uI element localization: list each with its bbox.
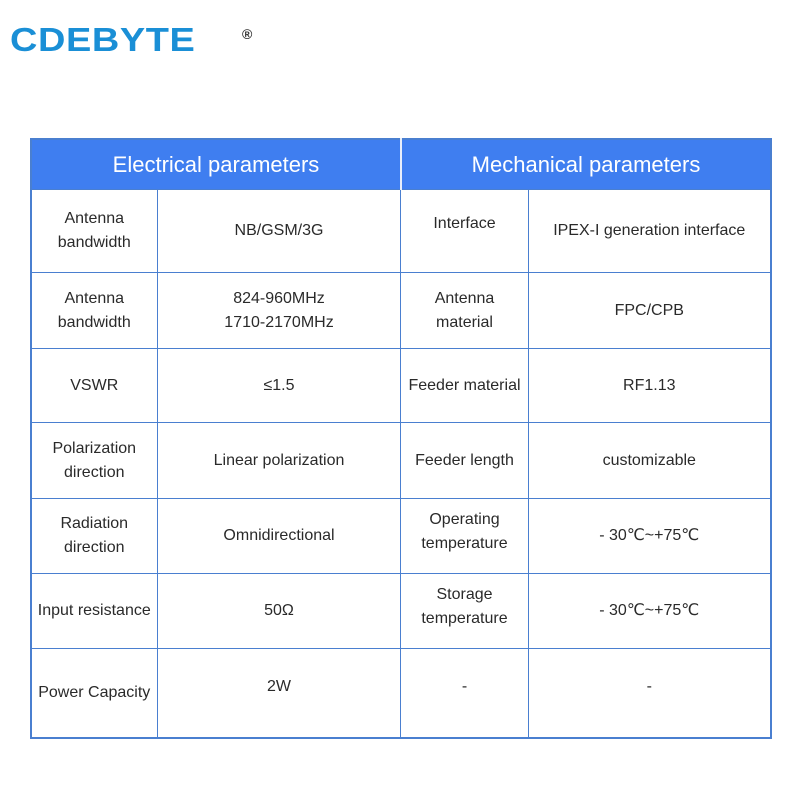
table-row: Input resistance 50Ω Storage temperature… bbox=[30, 573, 772, 649]
electrical-parameters-header: Electrical parameters bbox=[31, 139, 402, 190]
electrical-label: Antenna bandwidth bbox=[30, 272, 158, 349]
mechanical-label: Operating temperature bbox=[400, 498, 529, 574]
electrical-label: Power Capacity bbox=[30, 648, 158, 738]
electrical-value: ≤1.5 bbox=[156, 348, 402, 423]
spec-table: Electrical parameters Mechanical paramet… bbox=[30, 138, 772, 739]
mechanical-value: IPEX-I generation interface bbox=[527, 189, 772, 273]
mechanical-value: RF1.13 bbox=[527, 348, 772, 423]
mechanical-label: Antenna material bbox=[400, 272, 529, 349]
electrical-label: Radiation direction bbox=[30, 498, 158, 574]
mechanical-label: Feeder material bbox=[400, 348, 529, 423]
table-row: Radiation direction Omnidirectional Oper… bbox=[30, 498, 772, 574]
registered-trademark-icon: ® bbox=[242, 26, 253, 42]
mechanical-label: Storage temperature bbox=[400, 573, 529, 649]
table-row: VSWR ≤1.5 Feeder material RF1.13 bbox=[30, 348, 772, 423]
mechanical-value: - bbox=[527, 648, 772, 738]
brand-name: CDEBYTE bbox=[10, 21, 196, 58]
mechanical-value: - 30℃~+75℃ bbox=[527, 573, 772, 649]
table-row: Antenna bandwidth 824-960MHz 1710-2170MH… bbox=[30, 272, 772, 349]
electrical-value: 50Ω bbox=[156, 573, 402, 649]
table-row: Antenna bandwidth NB/GSM/3G Interface IP… bbox=[30, 189, 772, 273]
mechanical-label: Feeder length bbox=[400, 422, 529, 499]
electrical-label: Input resistance bbox=[30, 573, 158, 649]
table-header-row: Electrical parameters Mechanical paramet… bbox=[31, 139, 771, 190]
electrical-label: VSWR bbox=[30, 348, 158, 423]
brand-logo: CDEBYTE ® bbox=[10, 20, 252, 60]
electrical-value: 2W bbox=[156, 648, 402, 738]
electrical-value: Linear polarization bbox=[156, 422, 402, 499]
electrical-label: Polarization direction bbox=[30, 422, 158, 499]
mechanical-parameters-header: Mechanical parameters bbox=[400, 139, 771, 190]
mechanical-value: - 30℃~+75℃ bbox=[527, 498, 772, 574]
table-row: Polarization direction Linear polarizati… bbox=[30, 422, 772, 499]
mechanical-value: customizable bbox=[527, 422, 772, 499]
mechanical-value: FPC/CPB bbox=[527, 272, 772, 349]
electrical-value: Omnidirectional bbox=[156, 498, 402, 574]
table-row: Power Capacity 2W - - bbox=[30, 648, 772, 738]
mechanical-label: - bbox=[400, 648, 529, 738]
mechanical-label: Interface bbox=[400, 189, 529, 273]
electrical-value: 824-960MHz 1710-2170MHz bbox=[156, 272, 402, 349]
electrical-label: Antenna bandwidth bbox=[30, 189, 158, 273]
electrical-value: NB/GSM/3G bbox=[156, 189, 402, 273]
